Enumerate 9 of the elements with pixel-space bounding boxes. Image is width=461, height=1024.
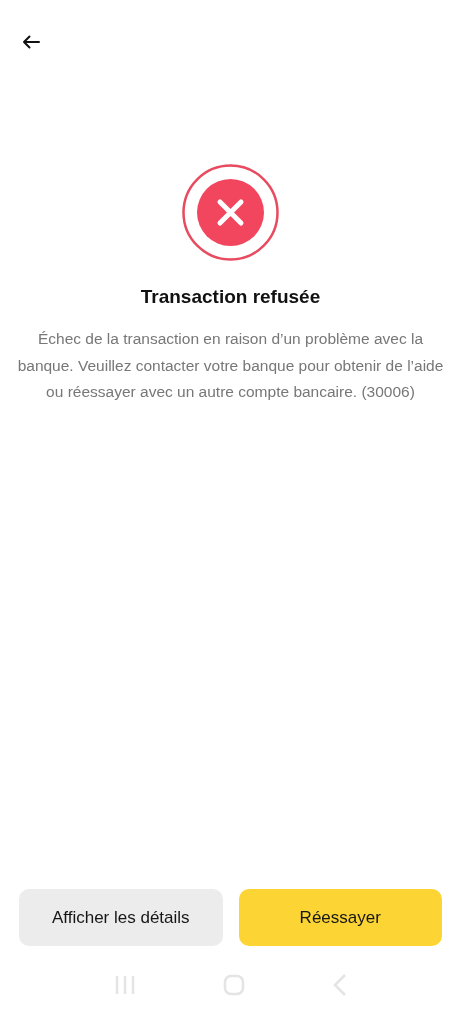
back-arrow-icon[interactable]: [22, 35, 40, 49]
details-button[interactable]: Afficher les détails: [19, 889, 223, 946]
retry-button[interactable]: Réessayer: [238, 889, 442, 946]
error-icon: [182, 164, 279, 261]
back-nav-icon[interactable]: [333, 974, 348, 996]
home-icon[interactable]: [223, 974, 246, 996]
error-message: Échec de la transaction en raison d’un problème avec la banque. Veuillez contacter votre banque pour obtenir de l’aide ou réessayer avec un autre compte bancaire. (30006): [16, 329, 445, 402]
result-title: Transaction refusée: [140, 286, 321, 308]
recent-apps-icon[interactable]: [113, 975, 136, 995]
